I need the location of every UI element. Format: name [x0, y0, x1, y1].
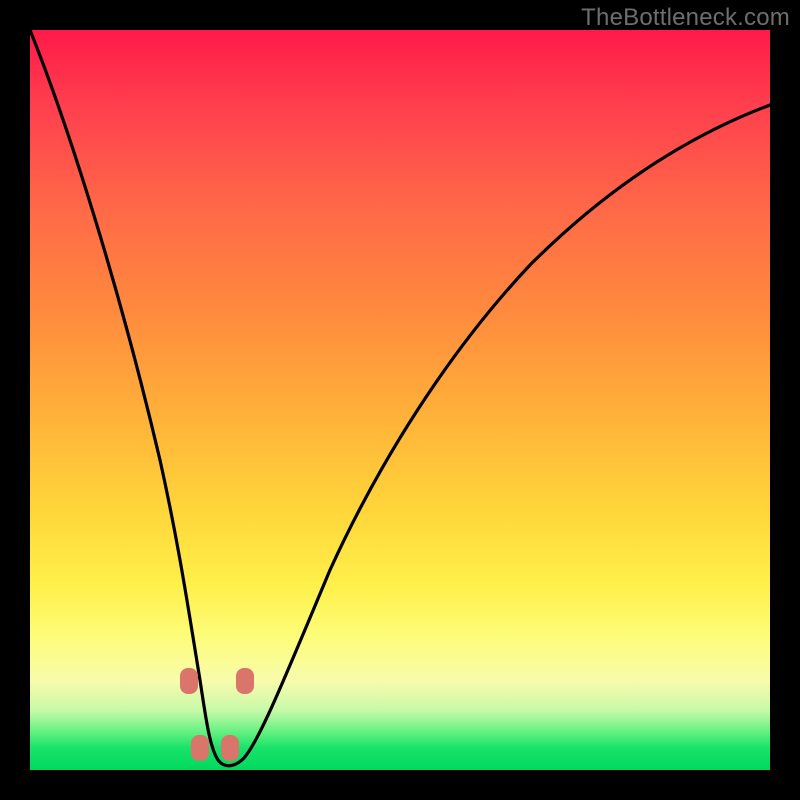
marker-right-upper	[236, 668, 254, 694]
bottleneck-curve	[30, 30, 770, 770]
watermark-text: TheBottleneck.com	[581, 4, 790, 32]
curve-path	[30, 30, 770, 766]
plot-area	[30, 30, 770, 770]
outer-frame: TheBottleneck.com	[0, 0, 800, 800]
marker-right-lower	[221, 735, 239, 761]
marker-left-lower	[191, 735, 209, 761]
marker-left-upper	[180, 668, 198, 694]
